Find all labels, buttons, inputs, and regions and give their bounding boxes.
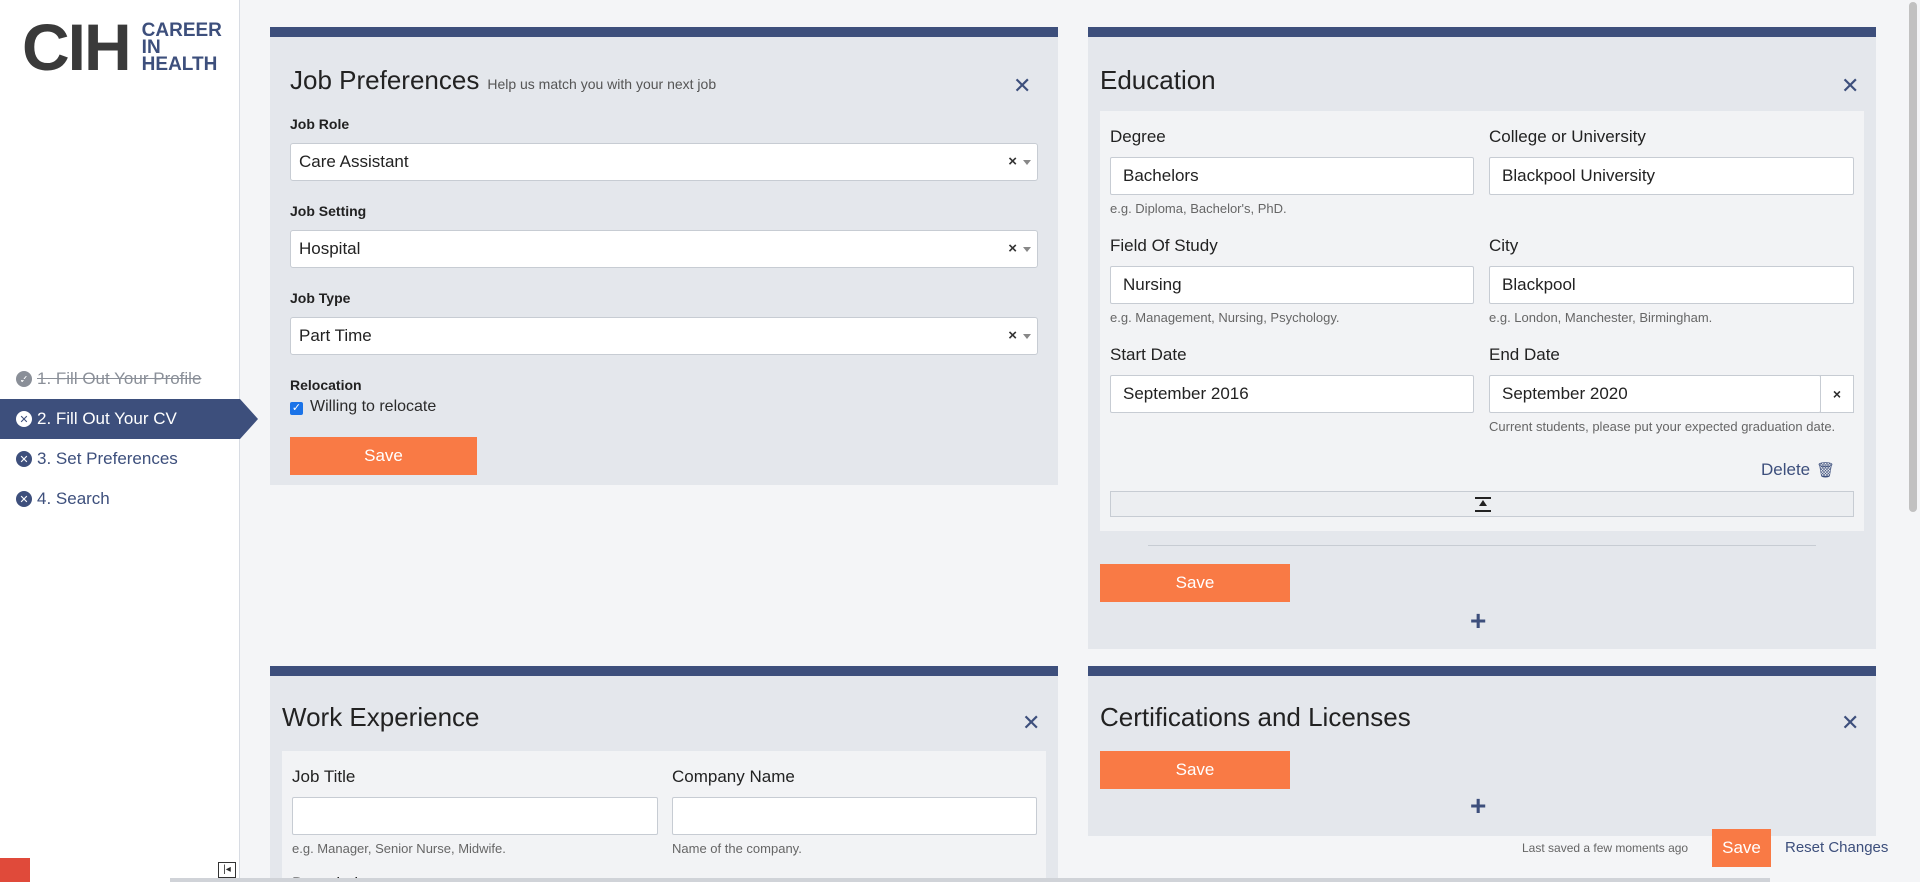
last-saved-text: Last saved a few moments ago [1522, 841, 1689, 855]
step-set-preferences[interactable]: ✕ 3. Set Preferences [0, 439, 240, 479]
step-label: 2. Fill Out Your CV [37, 409, 177, 428]
city-label: City [1489, 236, 1519, 255]
logo-words: CAREER IN HEALTH [141, 19, 222, 75]
logo[interactable]: CIH CAREER IN HEALTH [22, 14, 222, 80]
job-setting-select[interactable]: Hospital × [290, 230, 1038, 268]
company-hint: Name of the company. [672, 841, 802, 856]
logo-line-3: HEALTH [141, 53, 218, 75]
x-circle-icon: ✕ [16, 491, 32, 507]
close-icon[interactable]: ✕ [1841, 712, 1859, 734]
company-label: Company Name [672, 767, 795, 786]
degree-input[interactable]: Bachelors [1110, 157, 1474, 195]
delete-label: Delete [1761, 460, 1811, 479]
check-circle-icon: ✓ [16, 371, 32, 387]
collapse-icon [1475, 497, 1491, 512]
card-subtitle: Help us match you with your next job [487, 76, 717, 92]
company-input[interactable] [672, 797, 1037, 835]
vertical-scrollbar[interactable] [1906, 0, 1920, 882]
field-input[interactable]: Nursing [1110, 266, 1474, 304]
close-icon[interactable]: ✕ [1022, 712, 1040, 734]
job-title-input[interactable] [292, 797, 658, 835]
job-title-label: Job Title [292, 767, 356, 786]
close-icon[interactable]: ✕ [1013, 75, 1031, 97]
step-fill-profile[interactable]: ✓ 1. Fill Out Your Profile [0, 359, 240, 399]
job-type-value: Part Time [299, 326, 372, 345]
x-circle-icon: ✕ [16, 411, 32, 427]
horizontal-scrollbar[interactable] [170, 878, 1770, 882]
app-badge-icon[interactable] [0, 858, 30, 882]
chevron-down-icon [1023, 247, 1031, 252]
card-title: Certifications and Licenses [1100, 702, 1411, 732]
job-role-value: Care Assistant [299, 152, 409, 171]
step-label: 4. Search [37, 489, 110, 508]
job-preferences-heading: Job Preferences Help us match you with yo… [290, 65, 716, 96]
step-search[interactable]: ✕ 4. Search [0, 479, 240, 519]
relocation-checkbox[interactable]: ✓ [290, 402, 303, 415]
start-date-label: Start Date [1110, 345, 1187, 364]
clear-icon[interactable]: × [1008, 240, 1017, 257]
steps-nav: ✓ 1. Fill Out Your Profile ✕ 2. Fill Out… [0, 359, 258, 519]
clear-icon[interactable]: × [1008, 327, 1017, 344]
step-label: 3. Set Preferences [37, 449, 178, 468]
collapse-bar[interactable] [1110, 491, 1854, 517]
start-date-input[interactable]: September 2016 [1110, 375, 1474, 413]
trash-icon: 🗑 [1816, 462, 1836, 479]
education-save-button[interactable]: Save [1100, 564, 1290, 602]
job-setting-label: Job Setting [290, 203, 367, 219]
job-setting-value: Hospital [299, 239, 361, 258]
degree-label: Degree [1110, 127, 1166, 146]
city-hint: e.g. London, Manchester, Birmingham. [1489, 310, 1713, 325]
card-title: Education [1100, 65, 1216, 95]
chevron-down-icon [1023, 334, 1031, 339]
reset-changes-link[interactable]: Reset Changes [1785, 839, 1888, 856]
sidebar: CIH CAREER IN HEALTH ✓ 1. Fill Out Your … [0, 0, 258, 882]
close-icon[interactable]: ✕ [1841, 75, 1859, 97]
end-date-label: End Date [1489, 345, 1560, 364]
sidebar-toggle-icon[interactable]: |◂ [218, 862, 236, 878]
job-title-hint: e.g. Manager, Senior Nurse, Midwife. [292, 841, 506, 856]
step-fill-cv[interactable]: ✕ 2. Fill Out Your CV [0, 399, 258, 439]
plus-icon[interactable]: + [1470, 792, 1486, 820]
job-type-select[interactable]: Part Time × [290, 317, 1038, 355]
work-experience-card: Work Experience ✕ Job Title e.g. Manager… [270, 666, 1058, 882]
step-label: 1. Fill Out Your Profile [37, 369, 202, 388]
degree-hint: e.g. Diploma, Bachelor's, PhD. [1110, 201, 1287, 216]
job-role-label: Job Role [290, 116, 350, 132]
college-label: College or University [1489, 127, 1646, 146]
job-type-label: Job Type [290, 290, 351, 306]
education-entry: Degree Bachelors e.g. Diploma, Bachelor'… [1100, 111, 1864, 531]
scrollbar-thumb[interactable] [1909, 2, 1917, 512]
field-label: Field Of Study [1110, 236, 1218, 255]
logo-line-2: IN [141, 36, 161, 58]
relocation-label: Relocation [290, 377, 362, 393]
college-input[interactable]: Blackpool University [1489, 157, 1854, 195]
end-date-hint: Current students, please put your expect… [1489, 419, 1836, 434]
certifications-card: Certifications and Licenses ✕ Save + [1088, 666, 1876, 836]
clear-date-button[interactable]: × [1820, 375, 1854, 413]
field-hint: e.g. Management, Nursing, Psychology. [1110, 310, 1340, 325]
job-preferences-save-button[interactable]: Save [290, 437, 477, 475]
delete-button[interactable]: Delete 🗑 [1761, 460, 1835, 480]
x-circle-icon: ✕ [16, 451, 32, 467]
relocation-option-label: Willing to relocate [310, 398, 437, 415]
job-role-select[interactable]: Care Assistant × [290, 143, 1038, 181]
job-preferences-card: Job Preferences Help us match you with yo… [270, 27, 1058, 485]
education-card: Education ✕ Degree Bachelors e.g. Diplom… [1088, 27, 1876, 649]
chevron-down-icon [1023, 160, 1031, 165]
certifications-save-button[interactable]: Save [1100, 751, 1290, 789]
card-title: Job Preferences [290, 65, 480, 95]
card-title: Work Experience [282, 702, 480, 732]
end-date-input[interactable]: September 2020 [1489, 375, 1821, 413]
logo-line-1: CAREER [141, 19, 222, 41]
logo-mark: CIH [22, 10, 132, 84]
clear-icon[interactable]: × [1008, 153, 1017, 170]
plus-icon[interactable]: + [1470, 607, 1486, 635]
work-experience-entry: Job Title e.g. Manager, Senior Nurse, Mi… [282, 751, 1046, 882]
footer-save-button[interactable]: Save [1712, 829, 1771, 867]
city-input[interactable]: Blackpool [1489, 266, 1854, 304]
divider [1148, 545, 1816, 546]
